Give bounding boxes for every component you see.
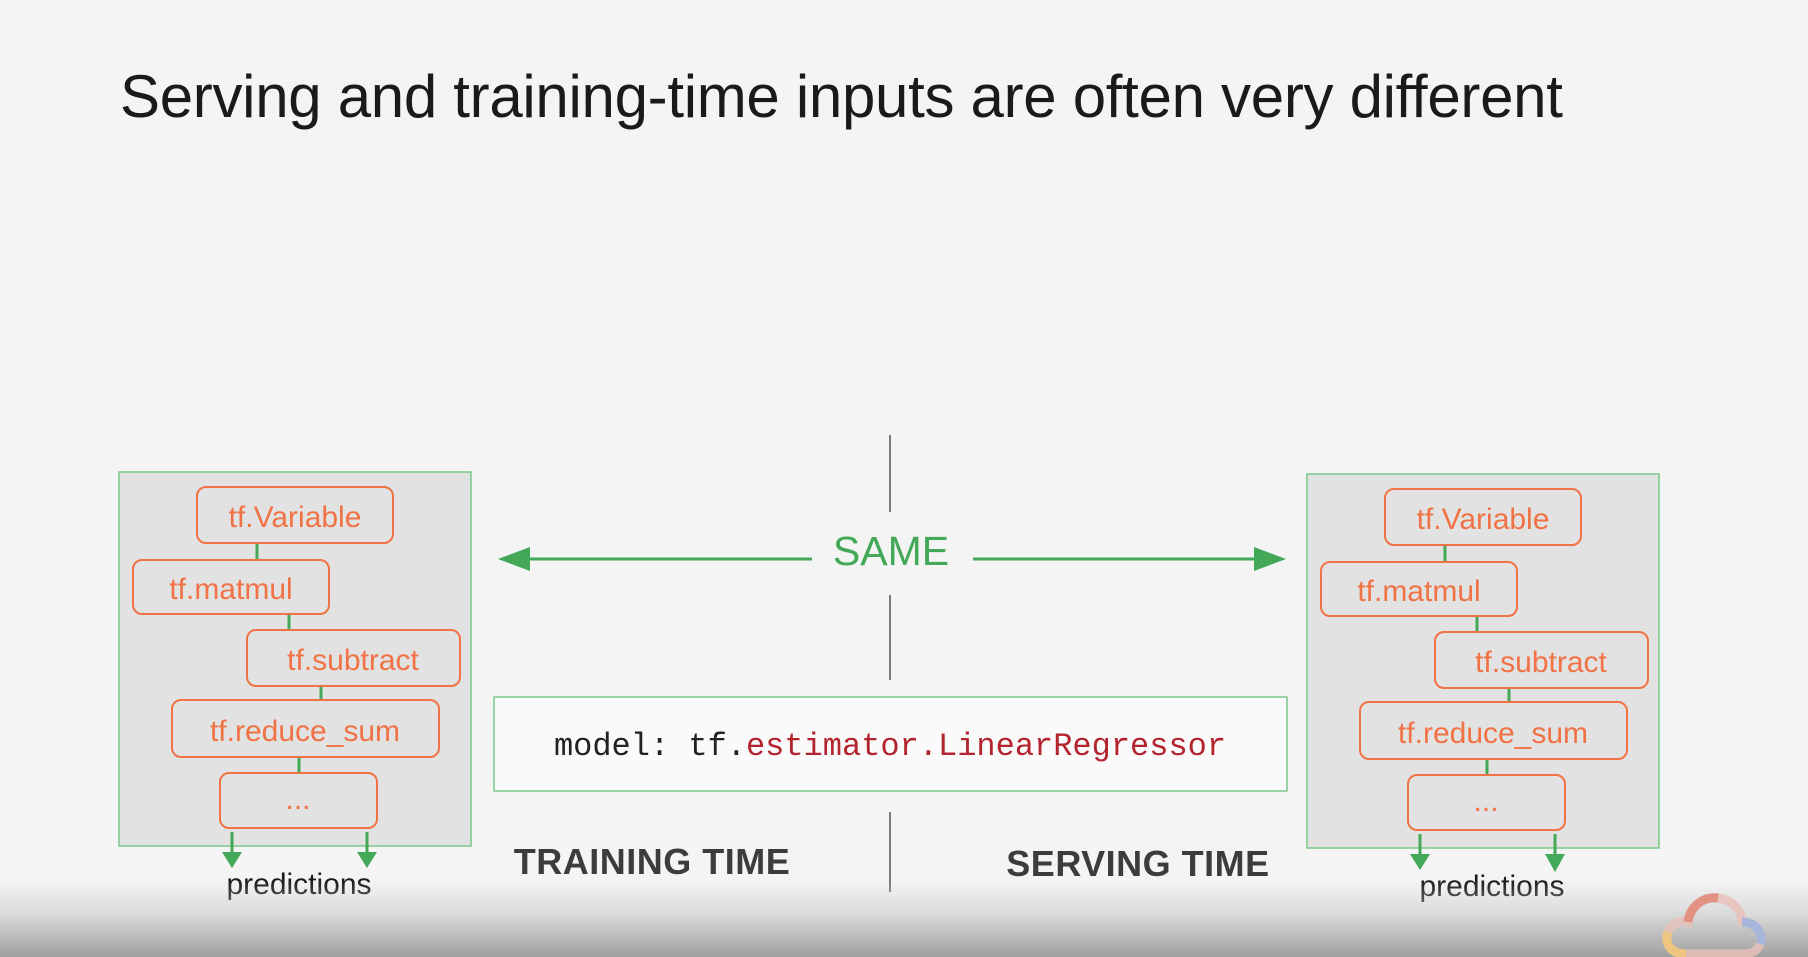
model-code-prefix: model: tf. xyxy=(554,728,746,765)
left-node-matmul: tf.matmul xyxy=(132,559,330,615)
arrowhead-left xyxy=(498,547,530,571)
arrowhead xyxy=(222,852,242,868)
right-node-reduce-sum: tf.reduce_sum xyxy=(1359,701,1628,760)
right-graph-stack: tf.Variable tf.matmul tf.subtract tf.red… xyxy=(1306,473,1660,903)
node-label: tf.subtract xyxy=(1475,646,1607,679)
left-node-reduce-sum: tf.reduce_sum xyxy=(171,699,440,758)
arrowhead-right xyxy=(1254,547,1286,571)
bottom-shadow-bar xyxy=(0,880,1808,957)
diagram: tf.Variable tf.matmul tf.subtract tf.red… xyxy=(118,435,1660,903)
left-graph-stack: tf.Variable tf.matmul tf.subtract tf.red… xyxy=(118,471,472,901)
arrowhead xyxy=(357,852,377,868)
node-label: tf.Variable xyxy=(229,501,362,534)
node-label: tf.reduce_sum xyxy=(210,715,400,748)
right-node-matmul: tf.matmul xyxy=(1320,561,1518,617)
training-time-label: TRAINING TIME xyxy=(514,841,790,882)
serving-time-label: SERVING TIME xyxy=(1006,843,1269,884)
node-label: ... xyxy=(285,783,310,816)
node-label: tf.Variable xyxy=(1417,503,1550,536)
right-node-ellipsis: ... xyxy=(1407,774,1566,831)
left-node-subtract: tf.subtract xyxy=(246,629,461,687)
node-label: tf.matmul xyxy=(169,573,292,606)
google-cloud-icon xyxy=(1662,893,1766,957)
left-node-variable: tf.Variable xyxy=(196,486,394,544)
node-label: tf.matmul xyxy=(1357,575,1480,608)
model-code-highlight: estimator.LinearRegressor xyxy=(746,728,1226,765)
arrowhead xyxy=(1410,854,1430,870)
node-label: ... xyxy=(1473,785,1498,818)
right-node-subtract: tf.subtract xyxy=(1434,631,1649,689)
same-label: SAME xyxy=(833,528,949,574)
node-label: tf.subtract xyxy=(287,644,419,677)
right-node-variable: tf.Variable xyxy=(1384,488,1582,546)
model-code: model: tf.estimator.LinearRegressor xyxy=(554,728,1226,765)
left-node-ellipsis: ... xyxy=(219,772,378,829)
node-label: tf.reduce_sum xyxy=(1398,717,1588,750)
